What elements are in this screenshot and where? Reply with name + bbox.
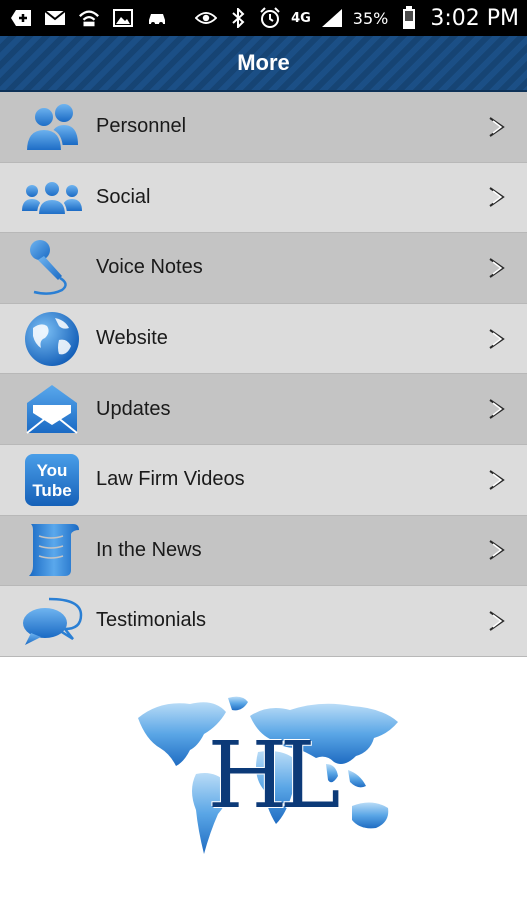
chevron-right-icon (489, 258, 505, 278)
menu-item-website[interactable]: Website (0, 303, 527, 375)
chevron-right-icon (489, 611, 505, 631)
chevron-right-icon (489, 328, 505, 349)
menu-item-label: Testimonials (96, 609, 207, 632)
chevron-right-icon (489, 469, 505, 490)
speech-bubbles-icon (20, 591, 84, 651)
menu-item-personnel[interactable]: Personnel (0, 92, 527, 163)
group-icon (20, 167, 84, 227)
scroll-icon (20, 520, 84, 580)
globe-icon (20, 309, 84, 369)
menu-item-updates[interactable]: Updates (0, 374, 527, 445)
menu-item-testimonials[interactable]: Testimonials (0, 586, 527, 657)
firm-logo: HL (130, 690, 410, 860)
menu-item-label: In the News (96, 538, 202, 561)
mail-icon (44, 8, 66, 28)
menu-item-law-firm-videos[interactable]: You Tube Law Firm Videos (0, 444, 527, 516)
menu-item-social[interactable]: Social (0, 162, 527, 234)
eye-icon (195, 8, 218, 28)
battery-icon (398, 6, 420, 29)
bluetooth-icon (227, 8, 249, 28)
menu-list: Personnel Social Voice Notes Website Upd… (0, 92, 527, 657)
logo-text: HL (207, 721, 340, 829)
people-icon (20, 97, 84, 157)
menu-item-label: Updates (96, 397, 171, 420)
menu-item-label: Personnel (96, 115, 187, 138)
envelope-icon (20, 379, 84, 439)
add-icon (10, 8, 32, 28)
menu-item-label: Website (96, 327, 168, 350)
network-type: 4G (291, 10, 311, 26)
chevron-right-icon (489, 399, 505, 419)
app-header: More (0, 36, 527, 92)
youtube-icon-text-top: You (37, 461, 68, 480)
signal-icon (321, 8, 343, 28)
menu-item-voice-notes[interactable]: Voice Notes (0, 233, 527, 304)
status-bar: 4G 35% 3:02 PM (0, 0, 527, 36)
microphone-icon (20, 238, 84, 298)
car-icon (146, 8, 168, 28)
menu-item-label: Law Firm Videos (96, 468, 245, 491)
menu-item-label: Voice Notes (96, 256, 203, 279)
youtube-icon-text-bottom: Tube (32, 481, 71, 500)
status-notifications (10, 8, 168, 28)
chevron-right-icon (489, 187, 505, 208)
image-icon (112, 8, 134, 28)
chevron-right-icon (489, 540, 505, 561)
wifi-hotspot-icon (78, 8, 100, 28)
menu-item-in-the-news[interactable]: In the News (0, 515, 527, 587)
alarm-icon (259, 7, 281, 28)
chevron-right-icon (489, 116, 505, 137)
clock: 3:02 PM (430, 5, 519, 31)
battery-percent: 35% (352, 8, 389, 28)
status-system: 4G 35% 3:02 PM (195, 6, 519, 31)
youtube-icon: You Tube (20, 450, 84, 510)
menu-item-label: Social (96, 185, 151, 208)
page-title: More (237, 50, 290, 75)
